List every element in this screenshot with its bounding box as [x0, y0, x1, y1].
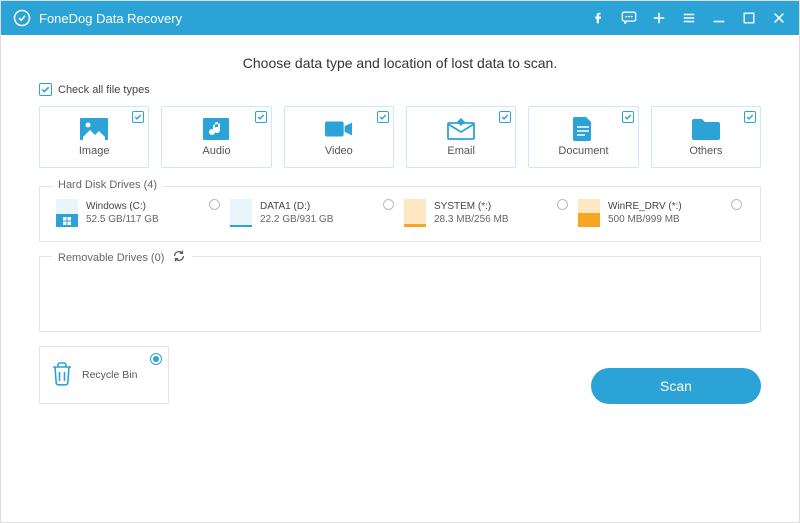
close-icon[interactable]	[771, 10, 787, 26]
type-card-image[interactable]: Image	[39, 106, 149, 168]
recycle-radio-selected[interactable]	[150, 353, 162, 365]
feedback-icon[interactable]	[621, 10, 637, 26]
removable-legend: Removable Drives (0)	[52, 249, 192, 266]
drive-name: WinRE_DRV (*:)	[608, 201, 682, 212]
facebook-icon[interactable]	[591, 10, 607, 26]
type-card-email[interactable]: Email	[406, 106, 516, 168]
minimize-icon[interactable]	[711, 10, 727, 26]
refresh-icon[interactable]	[172, 249, 186, 266]
type-checkbox[interactable]	[499, 111, 511, 123]
type-label: Video	[325, 145, 353, 157]
type-card-others[interactable]: Others	[651, 106, 761, 168]
check-all-row[interactable]: Check all file types	[39, 83, 761, 96]
main-content: Choose data type and location of lost da…	[1, 35, 799, 414]
type-card-video[interactable]: Video	[284, 106, 394, 168]
scan-button[interactable]: Scan	[591, 368, 761, 404]
type-checkbox[interactable]	[744, 111, 756, 123]
titlebar: FoneDog Data Recovery	[1, 1, 799, 35]
drive-size: 52.5 GB/117 GB	[86, 214, 159, 225]
type-label: Image	[79, 145, 110, 157]
drive-size: 500 MB/999 MB	[608, 214, 682, 225]
check-all-label: Check all file types	[58, 84, 150, 96]
add-icon[interactable]	[651, 10, 667, 26]
drive-size: 22.2 GB/931 GB	[260, 214, 333, 225]
drive-name: SYSTEM (*:)	[434, 201, 508, 212]
drive-radio[interactable]	[383, 199, 394, 210]
drive-usage-bar	[404, 199, 426, 227]
drive-usage-bar	[56, 199, 78, 227]
recycle-label: Recycle Bin	[82, 369, 137, 381]
drive-size: 28.3 MB/256 MB	[434, 214, 508, 225]
document-icon	[569, 117, 597, 141]
drive-c[interactable]: Windows (C:) 52.5 GB/117 GB	[56, 199, 222, 227]
audio-icon	[202, 117, 230, 141]
drive-radio[interactable]	[209, 199, 220, 210]
type-checkbox[interactable]	[622, 111, 634, 123]
drive-winre[interactable]: WinRE_DRV (*:) 500 MB/999 MB	[578, 199, 744, 227]
drive-name: Windows (C:)	[86, 201, 159, 212]
removable-section: Removable Drives (0)	[39, 256, 761, 332]
folder-icon	[692, 117, 720, 141]
type-label: Others	[689, 145, 722, 157]
drive-d[interactable]: DATA1 (D:) 22.2 GB/931 GB	[230, 199, 396, 227]
removable-body	[56, 269, 744, 317]
recycle-bin-card[interactable]: Recycle Bin	[39, 346, 169, 404]
type-label: Email	[447, 145, 475, 157]
drive-radio[interactable]	[557, 199, 568, 210]
video-icon	[325, 117, 353, 141]
check-all-checkbox[interactable]	[39, 83, 52, 96]
app-logo-icon	[13, 9, 31, 27]
titlebar-actions	[591, 10, 787, 26]
trash-icon	[50, 361, 74, 390]
type-checkbox[interactable]	[377, 111, 389, 123]
type-checkbox[interactable]	[255, 111, 267, 123]
menu-icon[interactable]	[681, 10, 697, 26]
app-title: FoneDog Data Recovery	[39, 11, 182, 26]
image-icon	[80, 117, 108, 141]
drive-name: DATA1 (D:)	[260, 201, 333, 212]
email-icon	[447, 117, 475, 141]
drive-radio[interactable]	[731, 199, 742, 210]
type-checkbox[interactable]	[132, 111, 144, 123]
type-label: Document	[558, 145, 608, 157]
drive-system[interactable]: SYSTEM (*:) 28.3 MB/256 MB	[404, 199, 570, 227]
hdd-section: Hard Disk Drives (4) Windows (C:)52.5 GB…	[39, 186, 761, 242]
maximize-icon[interactable]	[741, 10, 757, 26]
type-card-document[interactable]: Document	[528, 106, 638, 168]
hdd-row: Windows (C:) 52.5 GB/117 GB DATA1 (D:) 22.…	[56, 199, 744, 227]
page-heading: Choose data type and location of lost da…	[39, 55, 761, 71]
drive-usage-bar	[578, 199, 600, 227]
bottom-row: Recycle Bin Scan	[39, 346, 761, 404]
hdd-legend: Hard Disk Drives (4)	[52, 179, 163, 191]
type-label: Audio	[202, 145, 230, 157]
drive-usage-bar	[230, 199, 252, 227]
removable-legend-text: Removable Drives (0)	[58, 252, 164, 264]
type-card-audio[interactable]: Audio	[161, 106, 271, 168]
file-type-grid: Image Audio Video Email Document Others	[39, 106, 761, 168]
